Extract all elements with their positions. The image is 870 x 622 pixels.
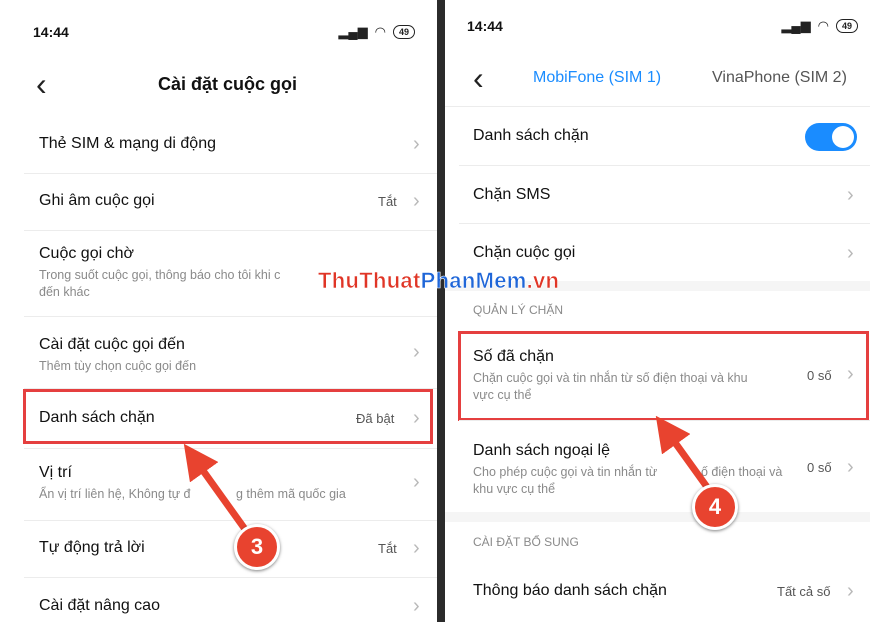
list-item-subtitle-line2: đến khác xyxy=(39,285,90,299)
watermark-logo: ThuThuatPhanMem.vn xyxy=(318,268,560,294)
step-badge-3: 3 xyxy=(234,524,280,570)
right-phone-screen: 14:44 ▂▄▆ ◠ 49 ‹ MobiFone (SIM 1) VinaPh… xyxy=(445,0,870,622)
list-item-value: 0 số xyxy=(807,460,832,475)
list-item-title: Vị trí xyxy=(39,464,72,481)
watermark-part2: PhanMem xyxy=(420,268,527,294)
list-item-subtitle-end: ố điện thoại và xyxy=(701,465,783,479)
list-item-subtitle: Thêm tùy chọn cuộc gọi đến xyxy=(39,359,197,373)
list-item-title: Chặn SMS xyxy=(473,186,551,203)
tab-sim1[interactable]: MobiFone (SIM 1) xyxy=(533,69,661,87)
status-icons: ▂▄▆ ◠ 49 xyxy=(781,18,858,34)
section-header: CÀI ĐẶT BỔ SUNG xyxy=(473,535,579,549)
list-item-title: Thông báo danh sách chặn xyxy=(473,582,667,599)
signal-icon: ▂▄▆ xyxy=(338,24,368,39)
list-item-sim-network[interactable]: Thẻ SIM & mạng di động › xyxy=(0,116,437,173)
battery-icon: 49 xyxy=(392,25,415,39)
list-item-exceptions[interactable]: Danh sách ngoại lệ Cho phép cuộc gọi và … xyxy=(445,420,870,512)
watermark-part3: .vn xyxy=(526,268,560,294)
wifi-icon: ◠ xyxy=(817,18,829,33)
list-item-value: Tắt xyxy=(378,194,397,209)
chevron-right-icon: › xyxy=(847,456,854,478)
signal-icon: ▂▄▆ xyxy=(781,18,811,33)
list-item-title: Tự động trả lời xyxy=(39,539,145,556)
list-item-title: Danh sách chặn xyxy=(473,127,589,144)
list-item-title: Ghi âm cuộc gọi xyxy=(39,192,155,209)
list-item-auto-answer[interactable]: Tự động trả lời Tắt › xyxy=(0,520,437,577)
wifi-icon: ◠ xyxy=(374,24,386,39)
chevron-right-icon: › xyxy=(847,184,854,206)
list-item-title: Cài đặt cuộc gọi đến xyxy=(39,336,185,353)
status-bar: 14:44 ▂▄▆ ◠ 49 xyxy=(0,0,437,60)
list-item-subtitle-line2: khu vực cụ thể xyxy=(473,482,556,496)
battery-icon: 49 xyxy=(835,19,858,33)
highlight-box xyxy=(23,389,433,444)
block-list-toggle[interactable] xyxy=(805,123,857,151)
status-icons: ▂▄▆ ◠ 49 xyxy=(338,24,415,40)
list-item-block-notifications[interactable]: Thông báo danh sách chặn Tất cả số › xyxy=(445,562,870,622)
list-item-incoming-call-settings[interactable]: Cài đặt cuộc gọi đến Thêm tùy chọn cuộc … xyxy=(0,316,437,388)
tab-sim2[interactable]: VinaPhone (SIM 2) xyxy=(712,69,847,87)
list-item-title: Cuộc gọi chờ xyxy=(39,245,134,262)
chevron-right-icon: › xyxy=(847,242,854,264)
back-arrow-icon[interactable]: ‹ xyxy=(36,68,47,100)
list-item-subtitle: Cho phép cuộc gọi và tin nhắn từ xyxy=(473,465,658,479)
page-title: Cài đặt cuộc gọi xyxy=(158,74,298,94)
list-item-value: Tất cả số xyxy=(777,584,831,599)
chevron-right-icon: › xyxy=(413,537,420,559)
chevron-right-icon: › xyxy=(413,471,420,493)
section-header: QUẢN LÝ CHẶN xyxy=(473,303,564,317)
step-badge-4: 4 xyxy=(692,484,738,530)
list-item-title: Danh sách ngoại lệ xyxy=(473,442,610,459)
list-item-title: Cài đặt nâng cao xyxy=(39,597,160,614)
list-item-value: Tắt xyxy=(378,541,397,556)
list-item-advanced-settings[interactable]: Cài đặt nâng cao › xyxy=(0,577,437,622)
status-time: 14:44 xyxy=(33,24,69,40)
list-item-title: Chặn cuộc gọi xyxy=(473,244,576,261)
list-item-subtitle-end: g thêm mã quốc gia xyxy=(236,487,346,501)
status-bar: 14:44 ▂▄▆ ◠ 49 xyxy=(445,0,870,60)
highlight-box xyxy=(458,331,869,421)
chevron-right-icon: › xyxy=(413,341,420,363)
chevron-right-icon: › xyxy=(847,580,854,602)
chevron-right-icon: › xyxy=(413,133,420,155)
left-phone-screen: 14:44 ▂▄▆ ◠ 49 ‹ Cài đặt cuộc gọi Thẻ SI… xyxy=(0,0,437,622)
chevron-right-icon: › xyxy=(413,190,420,212)
chevron-right-icon: › xyxy=(413,595,420,617)
list-item-title: Thẻ SIM & mạng di động xyxy=(39,135,216,152)
list-item-subtitle: Trong suốt cuộc gọi, thông báo cho tôi k… xyxy=(39,268,281,282)
list-item-location[interactable]: Vị trí Ẩn vị trí liên hệ, Không tự đ g t… xyxy=(0,448,437,520)
watermark-part1: ThuThuat xyxy=(318,268,421,294)
status-time: 14:44 xyxy=(467,18,503,34)
list-item-block-list-toggle[interactable]: Danh sách chặn xyxy=(445,107,870,165)
list-item-block-sms[interactable]: Chặn SMS › xyxy=(445,165,870,223)
list-item-subtitle: Ẩn vị trí liên hệ, Không tự đ xyxy=(39,487,191,501)
back-arrow-icon[interactable]: ‹ xyxy=(473,62,484,94)
list-item-call-recording[interactable]: Ghi âm cuộc gọi Tắt › xyxy=(0,173,437,230)
